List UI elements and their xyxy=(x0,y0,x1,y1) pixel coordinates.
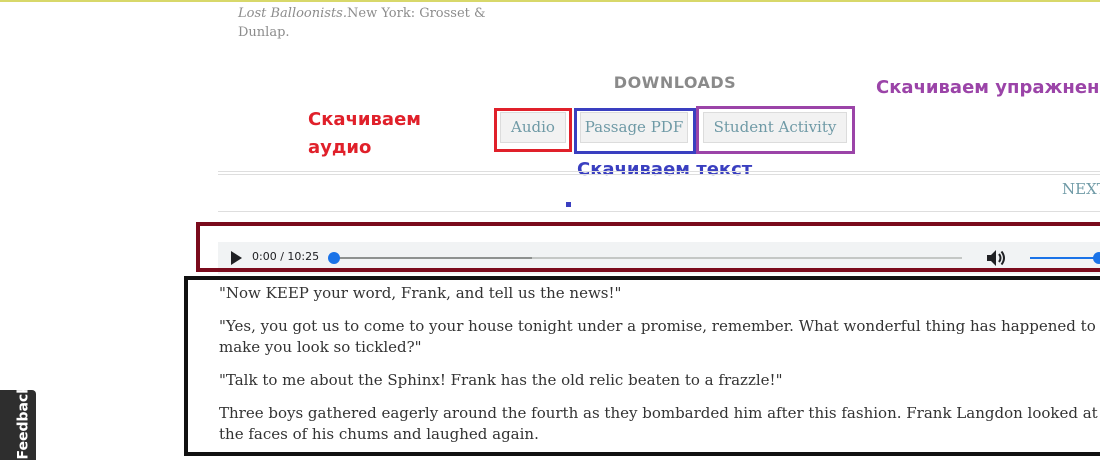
citation: Lost Balloonists.New York: Grosset & Dun… xyxy=(238,4,500,42)
divider xyxy=(218,171,1100,172)
citation-publisher-end: Dunlap. xyxy=(238,25,290,40)
downloads-heading: DOWNLOADS xyxy=(613,73,737,92)
activity-annotation: Скачиваем упражнен xyxy=(876,77,1100,98)
audio-annotation-line2: аудио xyxy=(308,137,372,158)
text-annotation: Скачиваем текст xyxy=(577,159,753,180)
citation-publisher: New York: Grosset & xyxy=(347,6,486,21)
audio-annotation: Скачиваем аудио xyxy=(308,106,448,162)
feedback-label[interactable]: Feedback xyxy=(16,384,32,459)
passage-highlight-frame xyxy=(184,276,1100,456)
passage-pdf-highlight-box xyxy=(574,108,696,154)
annotation-dot xyxy=(566,202,571,207)
next-link[interactable]: NEXT xyxy=(1062,180,1100,198)
student-activity-highlight-box xyxy=(696,106,855,154)
audio-annotation-line1: Скачиваем xyxy=(308,109,422,130)
divider xyxy=(218,211,1100,212)
audio-highlight-box xyxy=(494,108,572,152)
page: Lost Balloonists.New York: Grosset & Dun… xyxy=(0,0,1100,460)
citation-title: Lost Balloonists. xyxy=(238,6,347,21)
top-border xyxy=(0,0,1100,2)
divider xyxy=(218,174,1100,175)
player-highlight-frame xyxy=(196,222,1100,272)
